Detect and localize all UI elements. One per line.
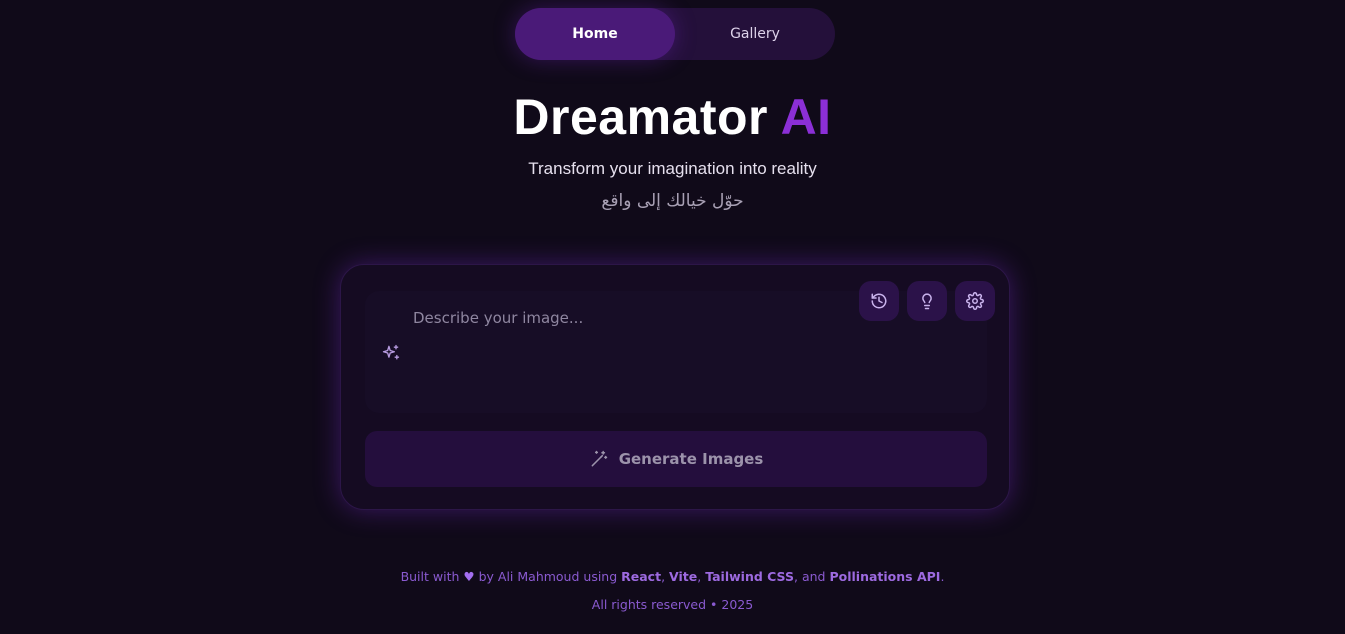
footer-and: and — [801, 569, 826, 584]
prompt-card: Generate Images — [340, 264, 1010, 510]
generate-images-button[interactable]: Generate Images — [365, 431, 987, 487]
lightbulb-icon — [922, 293, 932, 310]
prompt-input[interactable] — [413, 305, 853, 331]
top-nav: Home Gallery — [515, 8, 835, 60]
footer-built-with: Built with — [400, 569, 460, 584]
footer-rights: All rights reserved • 2025 — [591, 597, 754, 612]
settings-button[interactable] — [955, 281, 995, 321]
tab-home[interactable]: Home — [515, 8, 675, 60]
sparkles-icon — [381, 343, 401, 363]
tech-vite: Vite — [669, 569, 698, 584]
heart-icon: ♥ — [463, 569, 475, 584]
footer-credits: Built with ♥ by Ali Mahmoud using React,… — [400, 569, 945, 584]
gear-icon — [966, 292, 984, 310]
ideas-button[interactable] — [907, 281, 947, 321]
history-icon — [871, 293, 887, 309]
page: Home Gallery Dreamator AI Transform your… — [0, 0, 1345, 634]
footer-author: by Ali Mahmoud using — [478, 569, 618, 584]
history-button[interactable] — [859, 281, 899, 321]
tech-react: React — [621, 569, 662, 584]
app-title-main: Dreamator — [513, 89, 769, 145]
magic-wand-icon — [591, 450, 607, 467]
tab-gallery[interactable]: Gallery — [675, 8, 835, 60]
tech-pollinations: Pollinations API — [829, 569, 941, 584]
tagline-arabic: حوّل خيالك إلى واقع — [601, 191, 744, 211]
app-title: Dreamator AI — [0, 88, 1345, 146]
app-title-accent: AI — [780, 89, 832, 145]
generate-images-label: Generate Images — [618, 450, 764, 468]
tech-tailwind: Tailwind CSS — [705, 569, 794, 584]
tagline: Transform your imagination into reality — [528, 159, 817, 178]
